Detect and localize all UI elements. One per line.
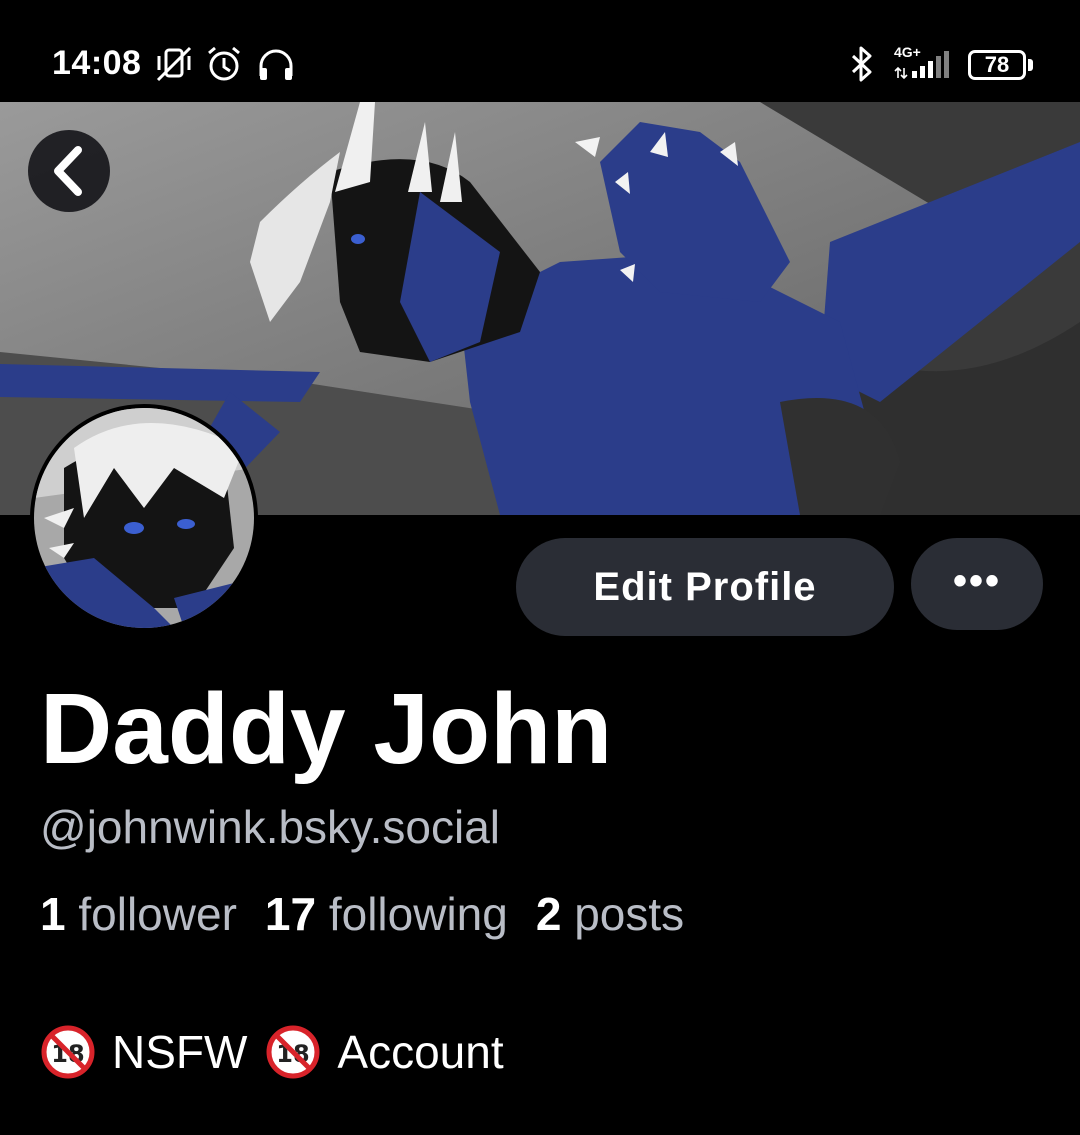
following-count: 17	[264, 888, 317, 940]
edit-profile-button[interactable]: Edit Profile	[516, 538, 894, 636]
following-link[interactable]: 17 following	[265, 888, 508, 940]
no-under-18-icon: 18	[41, 1025, 95, 1079]
signal-4g-icon: 4G+	[892, 44, 954, 80]
avatar-image	[34, 408, 254, 628]
status-time: 14:08	[52, 44, 142, 82]
posts-stat: 2 posts	[536, 888, 684, 940]
bluetooth-icon	[851, 46, 872, 82]
bio-word-account: Account	[337, 1026, 504, 1078]
posts-count: 2	[535, 888, 562, 940]
chevron-left-icon	[54, 146, 82, 196]
battery-indicator: 78	[968, 50, 1026, 80]
profile-bio: 18 NSFW 18 Account	[40, 1024, 522, 1080]
battery-level: 78	[984, 52, 1010, 77]
bio-word-nsfw: NSFW	[112, 1026, 248, 1078]
display-name: Daddy John	[40, 673, 613, 785]
profile-handle: @johnwink.bsky.social	[40, 801, 501, 853]
following-label: following	[328, 888, 508, 940]
vibrate-off-icon	[156, 46, 192, 82]
status-bar: 14:08 4G+ 78	[0, 0, 1080, 102]
no-under-18-icon: 18	[266, 1025, 320, 1079]
more-options-icon: •••	[952, 559, 1001, 603]
battery-nub	[1028, 59, 1033, 71]
followers-count: 1	[40, 888, 66, 940]
profile-stats: 1 follower 17 following 2 posts	[40, 887, 684, 941]
headphones-icon	[259, 49, 293, 80]
back-button[interactable]	[28, 130, 110, 212]
alarm-icon	[208, 46, 240, 81]
avatar[interactable]	[30, 404, 258, 632]
posts-label: posts	[574, 888, 685, 940]
followers-label: follower	[78, 888, 237, 940]
followers-link[interactable]: 1 follower	[40, 888, 237, 940]
more-options-button[interactable]: •••	[911, 538, 1043, 630]
